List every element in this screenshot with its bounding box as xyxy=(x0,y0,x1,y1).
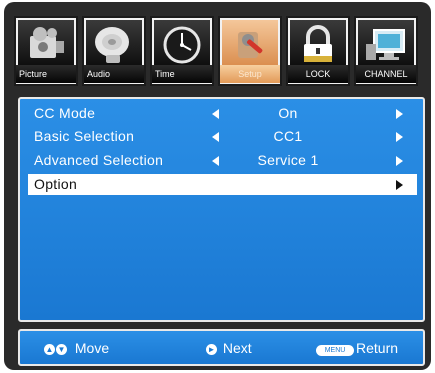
speaker-icon xyxy=(95,27,129,63)
menu-item-value: Service 1 xyxy=(257,152,319,168)
menu-item-value: On xyxy=(278,105,298,121)
tab-label: Time xyxy=(152,65,212,83)
up-arrow-icon: ▲ xyxy=(44,344,55,355)
tab-setup[interactable]: Setup xyxy=(218,16,282,86)
tab-audio[interactable]: Audio xyxy=(82,16,146,86)
tab-label: Picture xyxy=(16,65,76,83)
arrow-right-icon[interactable] xyxy=(396,180,403,190)
arrow-right-icon[interactable] xyxy=(396,132,403,142)
move-label: Move xyxy=(74,340,110,356)
tab-label: Audio xyxy=(84,65,144,83)
menu-item-label: Option xyxy=(34,176,78,192)
tab-picture[interactable]: Picture xyxy=(14,16,78,86)
menu-item-label: Basic Selection xyxy=(34,128,135,144)
next-label: Next xyxy=(222,340,252,356)
tab-label: CHANNEL xyxy=(356,65,416,83)
clock-icon xyxy=(163,26,201,64)
return-label: Return xyxy=(356,340,399,356)
menu-item-value: CC1 xyxy=(273,128,303,144)
menu-item-cc-mode[interactable]: CC Mode On xyxy=(28,103,417,124)
menu-item-label: CC Mode xyxy=(34,105,96,121)
tv-menu-frame: Picture Audio Time Setup LOCK CHANNEL CC… xyxy=(4,2,431,370)
padlock-icon xyxy=(304,25,332,62)
arrow-left-icon[interactable] xyxy=(212,132,219,142)
right-arrow-icon: ► xyxy=(206,344,217,355)
down-arrow-icon: ▼ xyxy=(56,344,67,355)
menu-panel: CC Mode On Basic Selection CC1 Advanced … xyxy=(18,97,425,322)
arrow-right-icon[interactable] xyxy=(396,109,403,119)
arrow-left-icon[interactable] xyxy=(212,109,219,119)
arrow-right-icon[interactable] xyxy=(396,156,403,166)
return-hint: MENU Return xyxy=(316,340,398,356)
next-hint: ► Next xyxy=(206,340,252,356)
menu-item-basic-selection[interactable]: Basic Selection CC1 xyxy=(28,126,417,147)
tab-lock[interactable]: LOCK xyxy=(286,16,350,86)
monitor-icon xyxy=(366,29,405,60)
tab-label: LOCK xyxy=(288,65,348,83)
tools-icon xyxy=(238,32,263,58)
move-hint: ▲ ▼ Move xyxy=(44,340,109,356)
tab-channel[interactable]: CHANNEL xyxy=(354,16,418,86)
menu-item-label: Advanced Selection xyxy=(34,152,164,168)
menu-item-option[interactable]: Option xyxy=(28,174,417,195)
tab-time[interactable]: Time xyxy=(150,16,214,86)
menu-key-icon: MENU xyxy=(316,345,354,356)
help-bar: ▲ ▼ Move ► Next MENU Return xyxy=(18,329,425,366)
menu-item-advanced-selection[interactable]: Advanced Selection Service 1 xyxy=(28,150,417,171)
camera-icon xyxy=(30,27,64,58)
tab-label: Setup xyxy=(220,65,280,83)
arrow-left-icon[interactable] xyxy=(212,156,219,166)
